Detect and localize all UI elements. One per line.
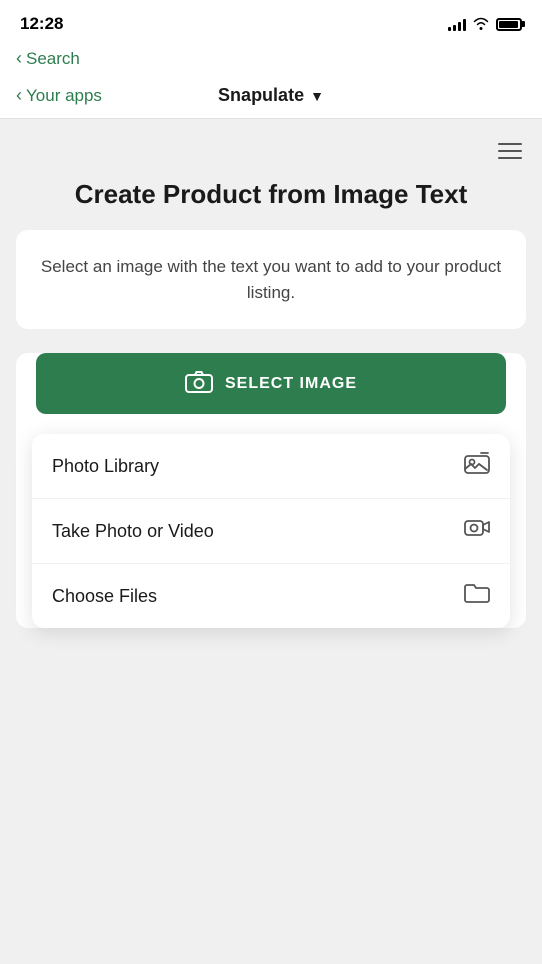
photo-library-item[interactable]: Photo Library: [32, 434, 510, 499]
battery-icon: [496, 18, 522, 31]
back-label[interactable]: Search: [26, 49, 80, 69]
app-title: Snapulate: [218, 85, 304, 106]
left-chevron-icon: ‹: [16, 85, 22, 106]
hamburger-line-2: [498, 150, 522, 152]
signal-icon: [448, 17, 466, 31]
choose-files-label: Choose Files: [52, 586, 157, 607]
status-icons: [448, 16, 522, 33]
select-image-button[interactable]: SELECT IMAGE: [36, 353, 506, 414]
photo-library-icon: [464, 452, 490, 480]
take-photo-item[interactable]: Take Photo or Video: [32, 499, 510, 564]
status-bar: 12:28: [0, 0, 542, 44]
status-time: 12:28: [20, 14, 63, 34]
description-card: Select an image with the text you want t…: [16, 230, 526, 329]
camera-outline-icon: [185, 369, 213, 398]
hamburger-line-3: [498, 157, 522, 159]
wifi-icon: [472, 16, 490, 33]
hamburger-line-1: [498, 143, 522, 145]
choose-files-item[interactable]: Choose Files: [32, 564, 510, 628]
your-apps-link[interactable]: ‹ Your apps: [16, 85, 102, 106]
photo-library-label: Photo Library: [52, 456, 159, 477]
main-content: Create Product from Image Text Select an…: [0, 119, 542, 939]
folder-icon: [464, 582, 490, 610]
take-photo-icon: [464, 517, 490, 545]
dropdown-menu: Photo Library Take Photo or Video: [32, 434, 510, 628]
nav-back-row: ‹ Search: [0, 44, 542, 77]
top-nav: ‹ Your apps Snapulate ▼: [0, 77, 542, 119]
your-apps-label: Your apps: [26, 86, 102, 106]
select-image-container: SELECT IMAGE Photo Library: [16, 353, 526, 628]
back-chevron-icon: ‹: [16, 48, 22, 69]
app-title-wrapper: Snapulate ▼: [218, 85, 324, 106]
page-header: [16, 139, 526, 171]
hamburger-menu-button[interactable]: [494, 139, 526, 163]
page-title: Create Product from Image Text: [16, 179, 526, 210]
description-text: Select an image with the text you want t…: [36, 254, 506, 305]
dropdown-arrow-icon[interactable]: ▼: [310, 88, 324, 104]
take-photo-label: Take Photo or Video: [52, 521, 214, 542]
select-image-button-label: SELECT IMAGE: [225, 375, 357, 393]
